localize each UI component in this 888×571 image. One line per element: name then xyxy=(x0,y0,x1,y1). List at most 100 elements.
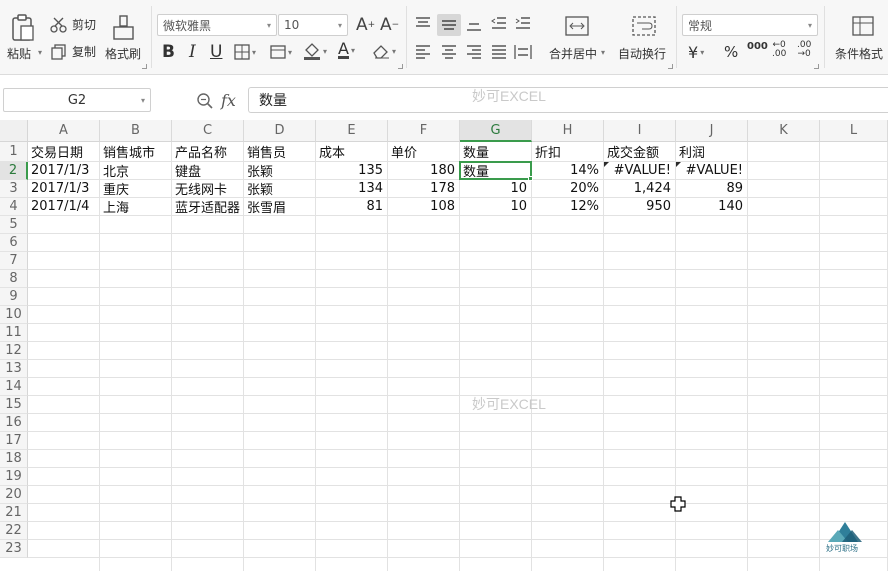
cell-i3[interactable]: 1,424 xyxy=(604,179,676,198)
cell-g1[interactable]: 数量 xyxy=(460,141,532,162)
row-header-5[interactable]: 5 xyxy=(0,216,28,234)
row-header-3[interactable]: 3 xyxy=(0,180,28,198)
row-header-15[interactable]: 15 xyxy=(0,396,28,414)
select-all-button[interactable] xyxy=(0,120,28,142)
cell-d3[interactable]: 张颖 xyxy=(244,179,316,198)
conditional-format-button[interactable]: 条件格式 xyxy=(832,14,888,68)
cell-f1[interactable]: 单价 xyxy=(388,141,460,162)
decrease-font-button[interactable]: A − xyxy=(380,15,399,35)
format-painter-button[interactable]: 格式刷 xyxy=(104,8,144,66)
cell-b1[interactable]: 销售城市 xyxy=(100,141,172,162)
underline-button[interactable]: U xyxy=(210,42,222,62)
row-header-18[interactable]: 18 xyxy=(0,450,28,468)
column-header-d[interactable]: D xyxy=(244,120,316,142)
align-top-button[interactable] xyxy=(414,16,434,34)
row-header-6[interactable]: 6 xyxy=(0,234,28,252)
align-left-button[interactable] xyxy=(414,44,434,62)
increase-font-button[interactable]: A + xyxy=(356,15,375,35)
row-header-13[interactable]: 13 xyxy=(0,360,28,378)
name-box[interactable]: G2 ▾ xyxy=(3,88,151,112)
spreadsheet-grid[interactable]: ABCDEFGHIJKL 1 2 3 4 5 6 7 8 9 10 11 12 13 14 15 16 17 18… xyxy=(0,120,888,571)
column-header-c[interactable]: C xyxy=(172,120,244,142)
cell-g3[interactable]: 10 xyxy=(460,179,532,198)
cell-d1[interactable]: 销售员 xyxy=(244,141,316,162)
row-header-16[interactable]: 16 xyxy=(0,414,28,432)
cell-d2[interactable]: 张颖 xyxy=(244,161,316,180)
font-size-select[interactable]: 10 ▾ xyxy=(278,14,348,36)
cell-j2[interactable]: #VALUE! xyxy=(676,161,748,180)
formula-input[interactable]: 数量 xyxy=(248,87,888,113)
column-header-l[interactable]: L xyxy=(820,120,888,142)
cell-j3[interactable]: 89 xyxy=(676,179,748,198)
column-header-i[interactable]: I xyxy=(604,120,676,142)
cut-button[interactable]: 剪切 xyxy=(50,16,96,33)
row-header-21[interactable]: 21 xyxy=(0,504,28,522)
decrease-indent-button[interactable] xyxy=(490,16,510,34)
font-name-select[interactable]: 微软雅黑 ▾ xyxy=(157,14,277,36)
increase-decimal-button[interactable]: ←0.00 xyxy=(772,41,786,59)
table-style-button[interactable]: ▾ xyxy=(270,44,292,60)
zoom-icon[interactable] xyxy=(196,92,214,110)
cell-i2[interactable]: #VALUE! xyxy=(604,161,676,180)
row-header-17[interactable]: 17 xyxy=(0,432,28,450)
cell-a2[interactable]: 2017/1/3 xyxy=(28,161,100,180)
fill-color-button[interactable]: ▾ xyxy=(303,42,327,60)
wrap-text-button[interactable]: 自动换行 xyxy=(616,14,672,68)
distributed-button[interactable] xyxy=(514,44,534,62)
bold-button[interactable]: B xyxy=(162,42,175,62)
cell-c2[interactable]: 键盘 xyxy=(172,161,244,180)
align-center-button[interactable] xyxy=(440,44,460,62)
align-bottom-button[interactable] xyxy=(465,16,485,34)
cell-a1[interactable]: 交易日期 xyxy=(28,141,100,162)
row-header-23[interactable]: 23 xyxy=(0,540,28,558)
cell-f3[interactable]: 178 xyxy=(388,179,460,198)
column-header-g[interactable]: G xyxy=(460,120,532,142)
cell-b3[interactable]: 重庆 xyxy=(100,179,172,198)
clipboard-group-expander[interactable] xyxy=(142,64,147,69)
copy-button[interactable]: 复制 xyxy=(50,43,96,60)
cell-c4[interactable]: 蓝牙适配器 xyxy=(172,197,244,216)
cell-e1[interactable]: 成本 xyxy=(316,141,388,162)
column-header-h[interactable]: H xyxy=(532,120,604,142)
thousands-button[interactable]: 000 xyxy=(747,41,768,52)
decrease-decimal-button[interactable]: .00 →0 xyxy=(797,41,811,59)
row-header-7[interactable]: 7 xyxy=(0,252,28,270)
cell-g4[interactable]: 10 xyxy=(460,197,532,216)
font-color-button[interactable]: A ▾ xyxy=(338,41,355,59)
cell-e4[interactable]: 81 xyxy=(316,197,388,216)
row-header-22[interactable]: 22 xyxy=(0,522,28,540)
row-header-2[interactable]: 2 xyxy=(0,162,28,180)
cell-e3[interactable]: 134 xyxy=(316,179,388,198)
clear-format-button[interactable]: ▾ xyxy=(372,43,396,59)
alignment-group-expander[interactable] xyxy=(668,64,673,69)
row-header-1[interactable]: 1 xyxy=(0,142,28,162)
paste-button[interactable]: 粘贴 ▾ xyxy=(4,8,44,66)
column-header-j[interactable]: J xyxy=(676,120,748,142)
cell-h1[interactable]: 折扣 xyxy=(532,141,604,162)
column-header-k[interactable]: K xyxy=(748,120,820,142)
number-format-select[interactable]: 常规 ▾ xyxy=(682,14,818,36)
cell-i4[interactable]: 950 xyxy=(604,197,676,216)
row-header-11[interactable]: 11 xyxy=(0,324,28,342)
cell-i1[interactable]: 成交金额 xyxy=(604,141,676,162)
currency-button[interactable]: ¥ ▾ xyxy=(688,43,704,62)
row-header-20[interactable]: 20 xyxy=(0,486,28,504)
fill-handle[interactable] xyxy=(528,176,533,181)
cell-h2[interactable]: 14% xyxy=(532,161,604,180)
row-header-19[interactable]: 19 xyxy=(0,468,28,486)
row-header-4[interactable]: 4 xyxy=(0,198,28,216)
cell-f4[interactable]: 108 xyxy=(388,197,460,216)
cell-j1[interactable]: 利润 xyxy=(676,141,748,162)
align-middle-button[interactable] xyxy=(437,14,461,36)
row-header-12[interactable]: 12 xyxy=(0,342,28,360)
column-header-f[interactable]: F xyxy=(388,120,460,142)
column-header-a[interactable]: A xyxy=(28,120,100,142)
row-header-9[interactable]: 9 xyxy=(0,288,28,306)
column-header-b[interactable]: B xyxy=(100,120,172,142)
cell-d4[interactable]: 张雪眉 xyxy=(244,197,316,216)
align-right-button[interactable] xyxy=(465,44,485,62)
italic-button[interactable]: I xyxy=(189,42,196,62)
row-header-10[interactable]: 10 xyxy=(0,306,28,324)
cell-h3[interactable]: 20% xyxy=(532,179,604,198)
borders-button[interactable]: ▾ xyxy=(234,44,256,60)
